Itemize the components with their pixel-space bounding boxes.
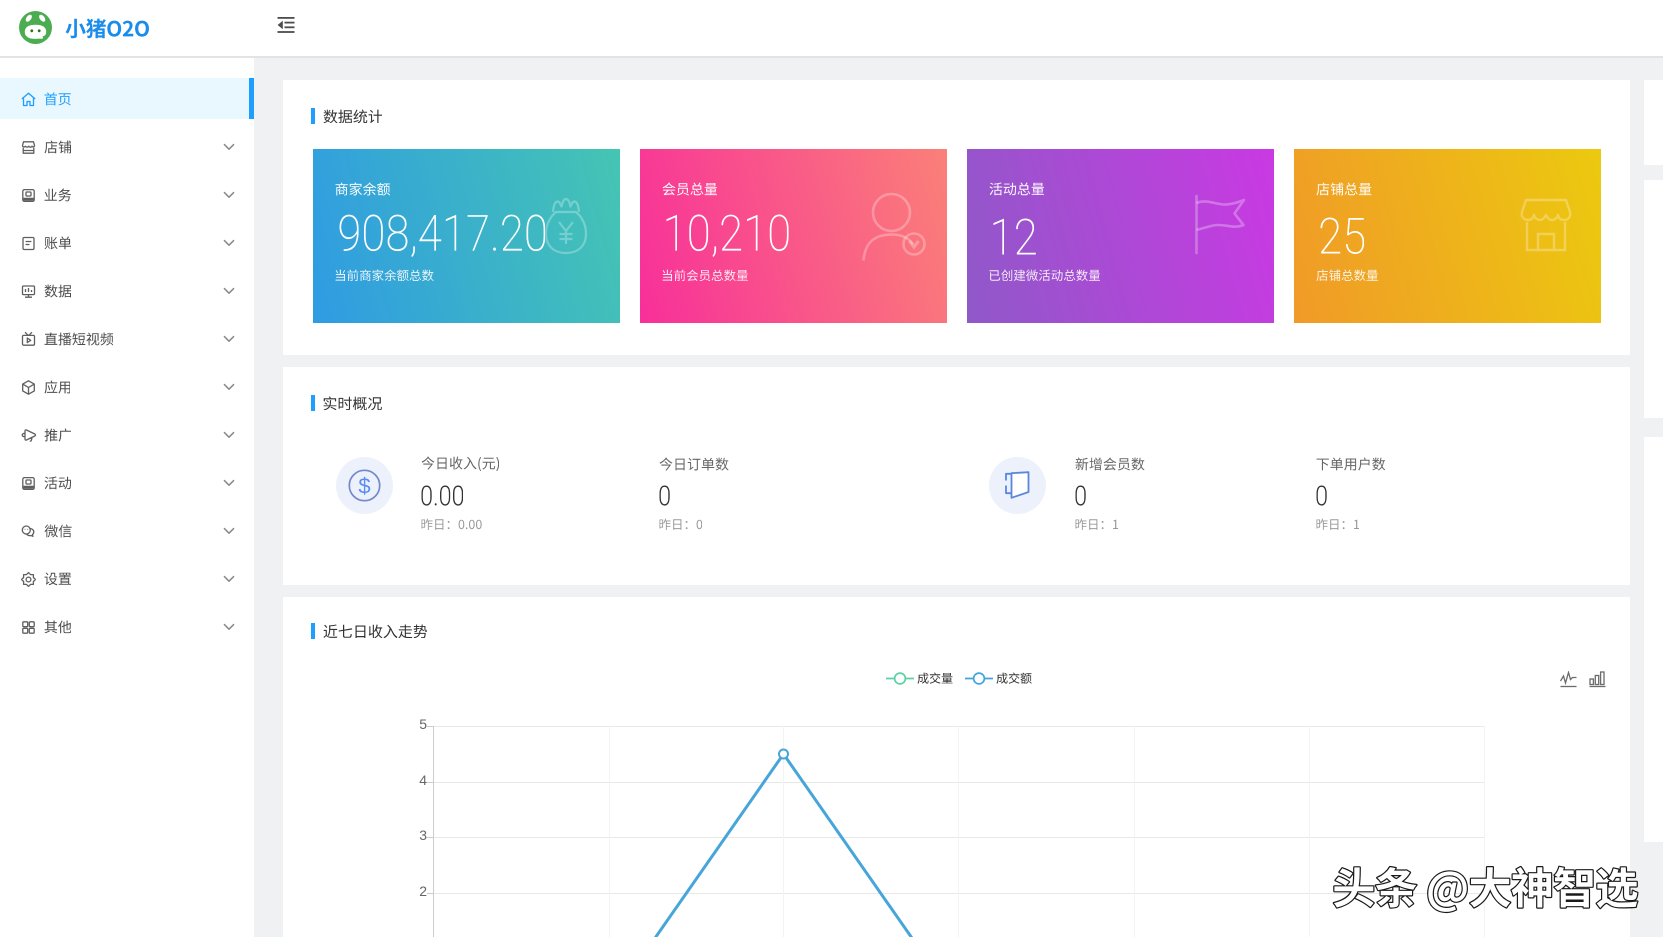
svg-text:$: $ (358, 474, 370, 499)
